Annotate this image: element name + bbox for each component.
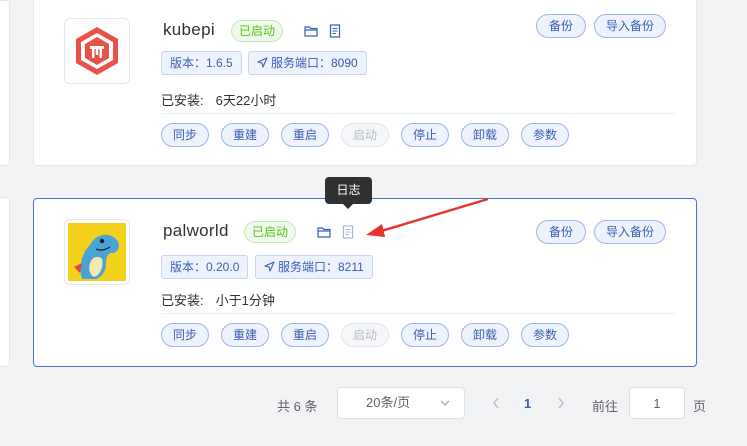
import-backup-button[interactable]: 导入备份 bbox=[594, 14, 666, 38]
uninstall-button[interactable]: 卸载 bbox=[461, 123, 509, 147]
restart-button[interactable]: 重启 bbox=[281, 123, 329, 147]
app-name: kubepi bbox=[163, 20, 215, 39]
sync-button[interactable]: 同步 bbox=[161, 323, 209, 347]
app-name: palworld bbox=[163, 221, 229, 240]
installed-value: 小于1分钟 bbox=[215, 293, 275, 308]
params-button[interactable]: 参数 bbox=[521, 123, 569, 147]
adjacent-card-edge bbox=[0, 197, 10, 367]
palworld-logo bbox=[64, 219, 130, 285]
installed-label: 已安装: bbox=[161, 293, 204, 308]
installed-label: 已安装: bbox=[161, 93, 204, 108]
version-tag: 版本：1.6.5 bbox=[161, 51, 242, 75]
log-icon[interactable] bbox=[328, 24, 342, 38]
import-backup-button[interactable]: 导入备份 bbox=[594, 220, 666, 244]
page-size-value: 20条/页 bbox=[366, 395, 411, 410]
kubepi-logo-icon bbox=[76, 27, 118, 75]
page-number-1[interactable]: 1 bbox=[524, 396, 531, 411]
folder-icon[interactable] bbox=[304, 24, 318, 38]
installed-duration: 已安装: 小于1分钟 bbox=[161, 290, 275, 309]
prev-page-icon[interactable] bbox=[492, 397, 500, 409]
adjacent-card-edge bbox=[0, 0, 10, 166]
port-tag[interactable]: 服务端口：8090 bbox=[248, 51, 367, 75]
kubepi-logo bbox=[64, 18, 130, 84]
status-badge: 已启动 bbox=[231, 20, 284, 42]
navigation-icon bbox=[257, 57, 268, 68]
palworld-logo-icon bbox=[68, 223, 126, 281]
page-size-select[interactable]: 20条/页 bbox=[337, 387, 465, 419]
rebuild-button[interactable]: 重建 bbox=[221, 323, 269, 347]
start-button: 启动 bbox=[341, 123, 389, 147]
rebuild-button[interactable]: 重建 bbox=[221, 123, 269, 147]
backup-button[interactable]: 备份 bbox=[536, 220, 586, 244]
start-button: 启动 bbox=[341, 323, 389, 347]
chevron-down-icon bbox=[440, 400, 450, 406]
navigation-icon bbox=[264, 261, 275, 272]
goto-page-input[interactable] bbox=[629, 387, 685, 419]
pagination-total: 共 6 条 bbox=[277, 399, 318, 414]
annotation-arrow-icon bbox=[366, 197, 489, 237]
installed-value: 6天22小时 bbox=[215, 93, 277, 108]
divider bbox=[161, 113, 676, 114]
stop-button[interactable]: 停止 bbox=[401, 123, 449, 147]
divider bbox=[161, 313, 676, 314]
pagination: 共 6 条 20条/页 1 前往 页 bbox=[0, 387, 747, 421]
stop-button[interactable]: 停止 bbox=[401, 323, 449, 347]
params-button[interactable]: 参数 bbox=[521, 323, 569, 347]
folder-icon[interactable] bbox=[317, 225, 331, 239]
port-tag[interactable]: 服务端口：8211 bbox=[255, 255, 373, 279]
restart-button[interactable]: 重启 bbox=[281, 323, 329, 347]
sync-button[interactable]: 同步 bbox=[161, 123, 209, 147]
backup-button[interactable]: 备份 bbox=[536, 14, 586, 38]
port-label: 服务端口：8090 bbox=[271, 56, 358, 70]
goto-unit: 页 bbox=[693, 399, 707, 414]
log-icon[interactable] bbox=[341, 225, 355, 239]
status-badge: 已启动 bbox=[244, 221, 297, 243]
app-card-kubepi: kubepi 已启动 备份 导入备份 版本：1.6.5 服务端口：8090 已安… bbox=[33, 0, 697, 166]
installed-duration: 已安装: 6天22小时 bbox=[161, 90, 276, 109]
port-label: 服务端口：8211 bbox=[278, 260, 364, 274]
uninstall-button[interactable]: 卸载 bbox=[461, 323, 509, 347]
goto-label: 前往 bbox=[592, 399, 619, 414]
version-tag: 版本：0.20.0 bbox=[161, 255, 249, 279]
next-page-icon[interactable] bbox=[557, 397, 565, 409]
